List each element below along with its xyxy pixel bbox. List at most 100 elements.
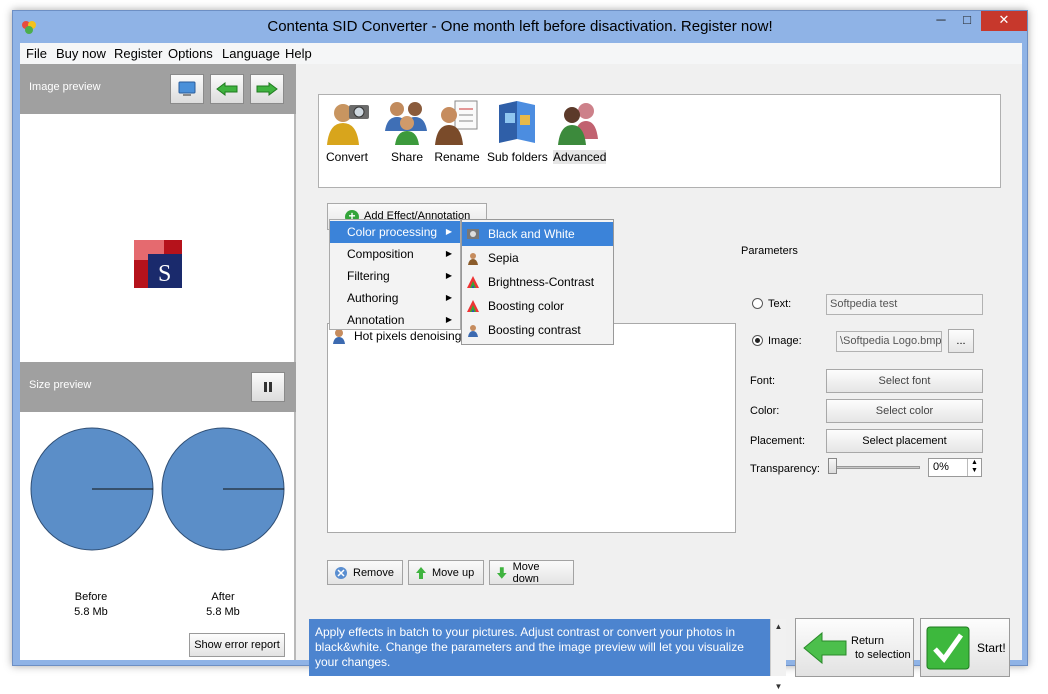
menu-file[interactable]: File [26, 46, 47, 61]
select-color-button[interactable]: Select color [826, 399, 983, 423]
show-error-report-button[interactable]: Show error report [189, 633, 285, 657]
person-effect-icon [468, 325, 478, 337]
remove-button[interactable]: Remove [327, 560, 403, 585]
monitor-icon [178, 81, 196, 96]
menu-annotation[interactable]: Annotation ▶ [330, 309, 460, 331]
return-line1: Return [851, 635, 885, 647]
arrow-right-icon [256, 82, 278, 96]
submenu-arrow-icon: ▶ [445, 249, 452, 258]
move-up-label: Move up [432, 566, 475, 579]
menu-bar: File Buy now Register Options Language H… [20, 43, 1022, 64]
move-down-button[interactable]: Move down [489, 560, 574, 585]
menu-composition[interactable]: Composition ▶ [330, 243, 460, 265]
previous-image-button[interactable] [210, 74, 244, 104]
toolbar-share-label: Share [390, 150, 424, 164]
menu-authoring[interactable]: Authoring ▶ [330, 287, 460, 309]
pause-icon [264, 382, 272, 392]
info-text-box: Apply effects in batch to your pictures.… [309, 619, 786, 691]
folders-icon [499, 101, 536, 143]
menu-options[interactable]: Options [168, 46, 213, 61]
minimize-button[interactable]: ─ [928, 11, 954, 31]
move-up-button[interactable]: Move up [408, 560, 484, 585]
sepia-effect-icon [468, 253, 478, 265]
color-label: Color: [750, 405, 780, 417]
image-radio[interactable] [752, 335, 763, 346]
add-effect-menu: Color processing ▶ Composition ▶ Filtering… [329, 219, 461, 330]
remove-label: Remove [353, 566, 394, 579]
toolbar-sub-folders[interactable]: Sub folders [487, 99, 548, 164]
menu-language[interactable]: Language [222, 46, 280, 61]
info-text: Apply effects in batch to your pictures.… [315, 625, 744, 669]
transparency-slider-track[interactable] [828, 466, 920, 469]
toolbar-convert[interactable]: Convert [323, 99, 371, 164]
parameters-title: Parameters [741, 245, 798, 257]
image-preview-header: Image preview [20, 64, 296, 114]
toolbar-convert-label: Convert [325, 150, 369, 164]
font-label: Font: [750, 375, 776, 387]
toolbar-advanced-label: Advanced [553, 150, 607, 164]
submenu-arrow-icon: ▶ [445, 315, 452, 324]
select-font-button[interactable]: Select font [826, 369, 983, 393]
maximize-button[interactable]: □ [954, 11, 980, 31]
mode-toolbar: Convert Share Rename Sub folders Advance… [318, 94, 1001, 188]
spinner-arrows[interactable]: ▲ ▼ [967, 459, 981, 476]
pause-button[interactable] [251, 372, 285, 402]
people-icon [385, 102, 427, 145]
info-scrollbar[interactable]: ▲ ▼ [770, 619, 786, 691]
client-area: File Buy now Register Options Language H… [20, 43, 1022, 691]
image-preview-title: Image preview [29, 81, 101, 93]
big-arrow-left-icon [803, 631, 847, 665]
menu-filtering[interactable]: Filtering ▶ [330, 265, 460, 287]
submenu-brightness-contrast[interactable]: Brightness-Contrast [462, 270, 613, 294]
submenu-arrow-icon: ▶ [445, 227, 452, 236]
menu-register[interactable]: Register [114, 46, 162, 61]
next-image-button[interactable] [250, 74, 284, 104]
arrow-down-icon [496, 566, 507, 579]
image-path-field[interactable]: \Softpedia Logo.bmp [836, 331, 942, 352]
monitor-button[interactable] [170, 74, 204, 104]
close-button[interactable]: ✕ [981, 11, 1027, 31]
rename-person-icon [435, 100, 478, 145]
menu-help[interactable]: Help [285, 46, 312, 61]
effect-item-label: Hot pixels denoising [354, 329, 462, 343]
toolbar-rename-label: Rename [434, 150, 480, 164]
submenu-black-and-white[interactable]: Black and White [462, 222, 613, 246]
return-to-selection-button[interactable]: Return to selection [795, 618, 914, 677]
submenu-boosting-color[interactable]: Boosting color [462, 294, 613, 318]
rainbow-effect-icon [467, 300, 479, 312]
text-field[interactable]: Softpedia test [826, 294, 983, 315]
preview-letter: S [158, 261, 171, 287]
arrow-left-icon [216, 82, 238, 96]
transparency-slider-thumb[interactable] [828, 458, 837, 474]
main-area: Convert Share Rename Sub folders Advance… [298, 64, 1022, 691]
after-pie [161, 427, 285, 551]
menu-buy-now[interactable]: Buy now [56, 46, 106, 61]
text-label: Text: [768, 298, 792, 310]
camera-person-icon [327, 104, 369, 145]
start-button[interactable]: Start! [920, 618, 1010, 677]
browse-button[interactable]: ... [948, 329, 974, 353]
text-radio[interactable] [752, 298, 763, 309]
submenu-sepia[interactable]: Sepia [462, 246, 613, 270]
transparency-value: 0% [933, 461, 949, 473]
toolbar-rename[interactable]: Rename [433, 99, 481, 164]
menu-color-processing[interactable]: Color processing ▶ [330, 221, 460, 243]
select-placement-button[interactable]: Select placement [826, 429, 983, 453]
placement-label: Placement: [750, 435, 806, 447]
preview-thumbnail: S [134, 240, 182, 288]
transparency-spinner[interactable]: 0% ▲ ▼ [928, 458, 982, 477]
toolbar-share[interactable]: Share [383, 99, 431, 164]
before-label: Before [74, 591, 108, 603]
before-pie [30, 427, 154, 551]
rainbow-effect-icon [467, 276, 479, 288]
left-panel: Image preview S Size preview Before 5.8 … [20, 64, 296, 660]
submenu-boosting-contrast[interactable]: Boosting contrast [462, 318, 613, 342]
toolbar-advanced[interactable]: Advanced [553, 99, 607, 164]
toolbar-sub-folders-label: Sub folders [487, 150, 548, 164]
move-down-label: Move down [512, 560, 540, 585]
size-preview-header: Size preview [20, 362, 296, 412]
advanced-people-icon [557, 103, 598, 145]
effect-list[interactable]: Hot pixels denoising [327, 323, 736, 533]
remove-icon [335, 566, 347, 579]
submenu-arrow-icon: ▶ [445, 293, 452, 302]
